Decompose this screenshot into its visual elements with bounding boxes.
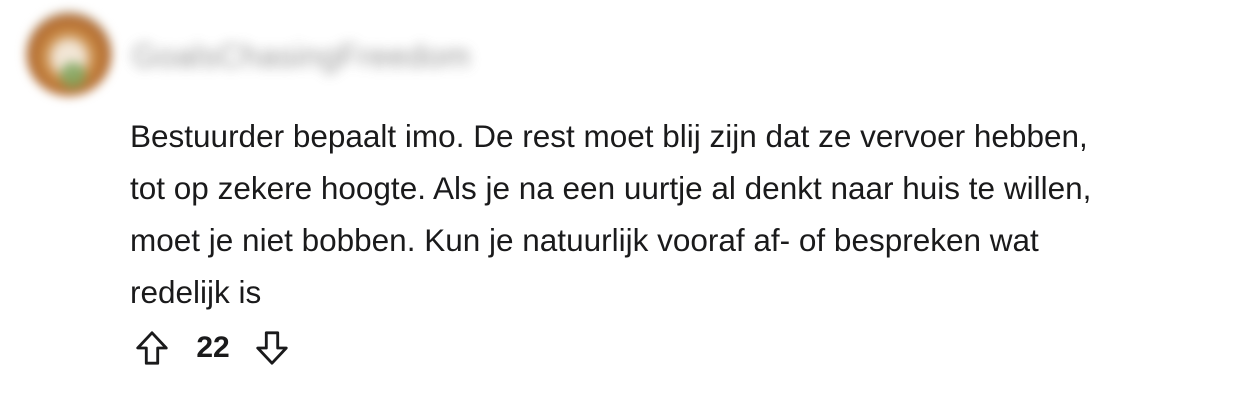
- comment-line: tot op zekere hoogte. Als je na een uurt…: [130, 170, 1092, 206]
- comment-line: redelijk is: [130, 274, 262, 310]
- vote-score: 22: [196, 331, 230, 364]
- comment-actions: 22: [130, 322, 294, 374]
- comment-line: moet je niet bobben. Kun je natuurlijk v…: [130, 222, 1039, 258]
- arrow-up-icon: [136, 331, 168, 365]
- comment-line: Bestuurder bepaalt imo. De rest moet bli…: [130, 118, 1088, 154]
- arrow-down-icon: [256, 331, 288, 365]
- downvote-button[interactable]: [250, 326, 294, 370]
- comment-body: Bestuurder bepaalt imo. De rest moet bli…: [130, 110, 1220, 318]
- avatar-detail: [60, 62, 86, 88]
- comment-author[interactable]: GoalsChasingFreedom: [132, 38, 471, 75]
- comment: GoalsChasingFreedom Bestuurder bepaalt i…: [0, 0, 1240, 410]
- user-avatar[interactable]: [26, 10, 112, 96]
- upvote-button[interactable]: [130, 326, 174, 370]
